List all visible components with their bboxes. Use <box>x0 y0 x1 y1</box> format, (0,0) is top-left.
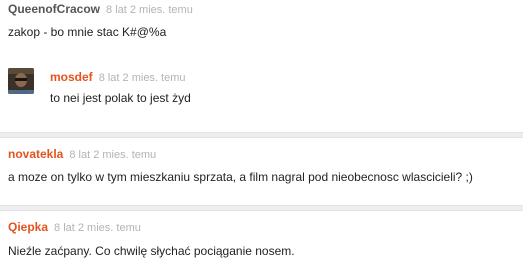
comment-text: Nieźle zaćpany. Co chwilę słychać pociąg… <box>8 244 295 258</box>
comment-separator <box>0 205 523 211</box>
comments-page: QueenofCracow 8 lat 2 mies. temu zakop - … <box>0 0 523 274</box>
avatar[interactable] <box>8 68 34 94</box>
comment-header: QueenofCracow 8 lat 2 mies. temu <box>8 2 193 17</box>
comment-author[interactable]: Qiepka <box>8 220 48 234</box>
comment-author[interactable]: mosdef <box>50 70 93 84</box>
comment-timestamp[interactable]: 8 lat 2 mies. temu <box>69 149 156 161</box>
comment-separator <box>0 132 523 138</box>
comment-header: mosdef 8 lat 2 mies. temu <box>50 70 186 85</box>
comment-author[interactable]: QueenofCracow <box>8 2 100 16</box>
comment-timestamp[interactable]: 8 lat 2 mies. temu <box>99 72 186 84</box>
comment-author[interactable]: novatekla <box>8 147 63 161</box>
comment-timestamp[interactable]: 8 lat 2 mies. temu <box>54 222 141 234</box>
comment-header: novatekla 8 lat 2 mies. temu <box>8 147 156 162</box>
user-avatar-icon <box>8 68 34 94</box>
comment-text: a moze on tylko w tym mieszkaniu sprzata… <box>8 170 473 184</box>
comment-text: zakop - bo mnie stac K#@%a <box>8 25 167 39</box>
comment-header: Qiepka 8 lat 2 mies. temu <box>8 220 141 235</box>
comment-timestamp[interactable]: 8 lat 2 mies. temu <box>106 4 193 16</box>
comment-text: to nei jest polak to jest żyd <box>50 91 191 105</box>
